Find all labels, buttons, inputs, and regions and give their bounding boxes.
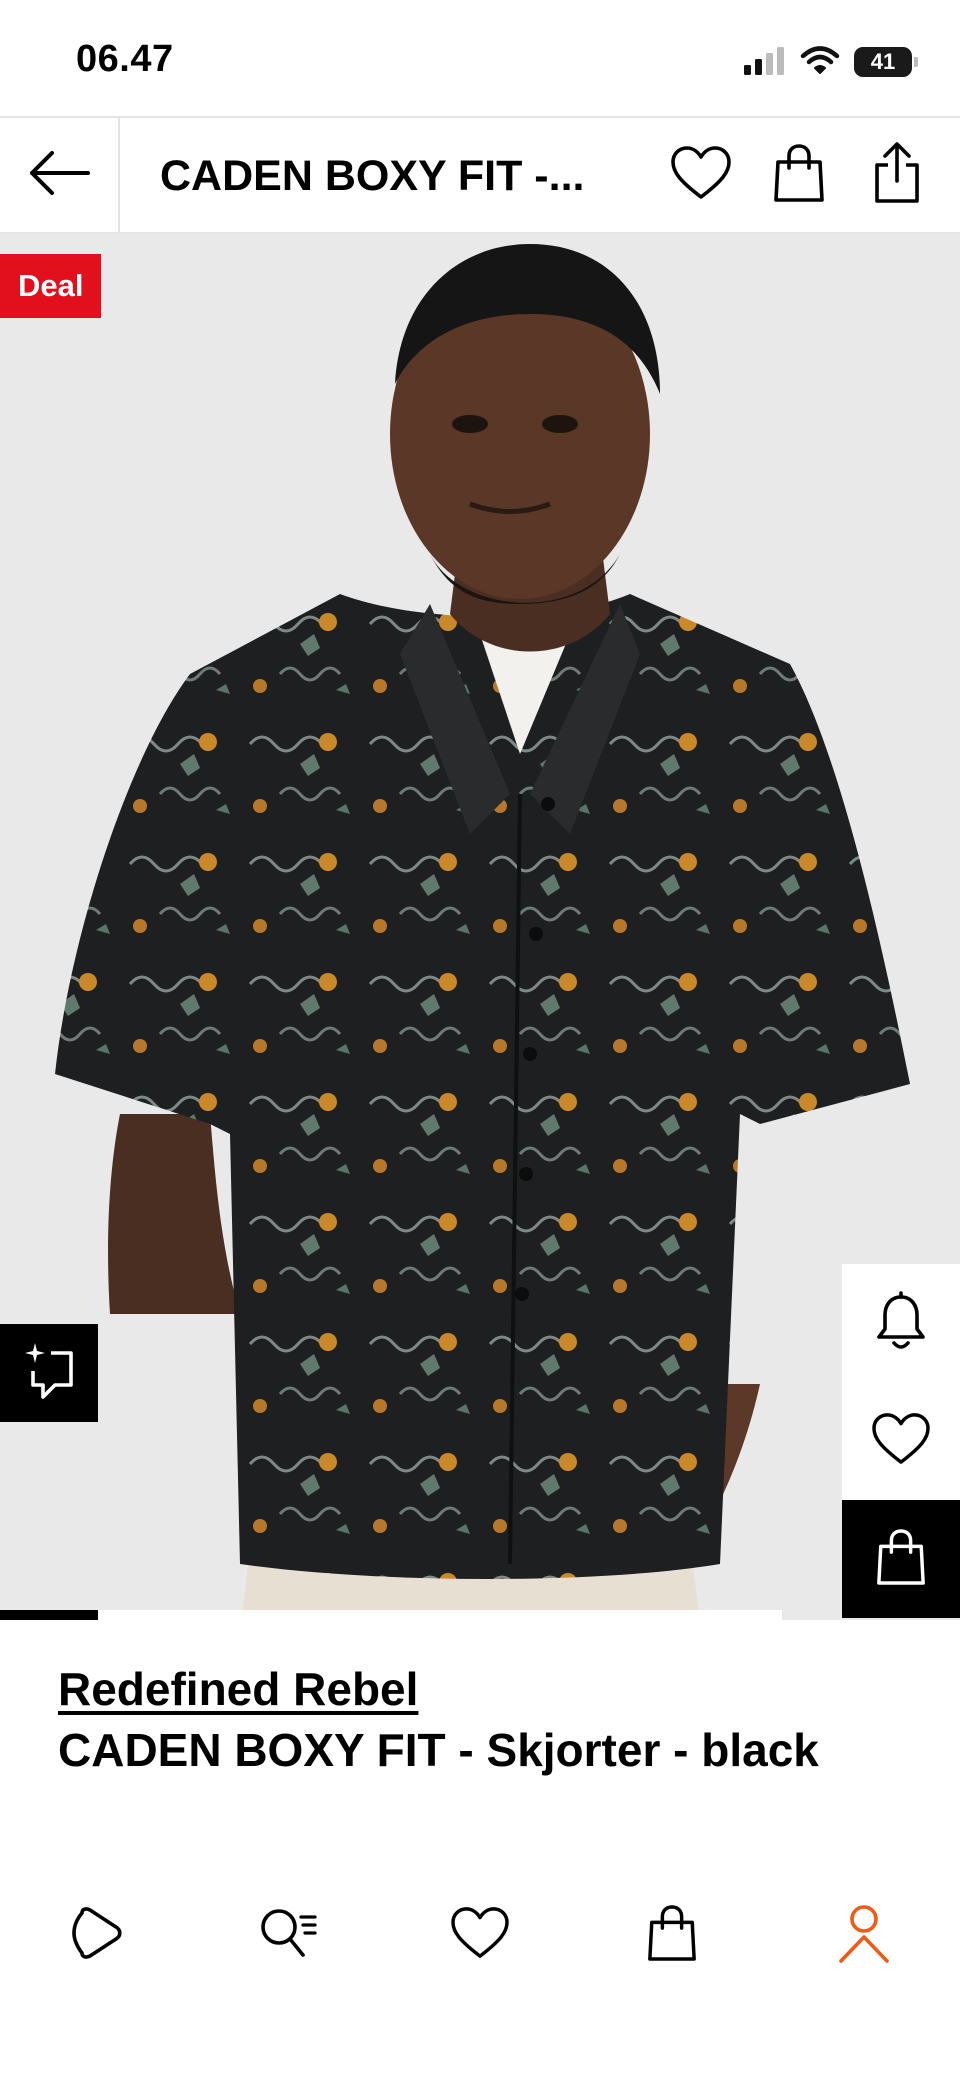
product-gallery[interactable]: Deal	[0, 234, 960, 1620]
nav-discover[interactable]	[41, 1880, 151, 1990]
share-icon	[872, 141, 922, 210]
bottom-nav	[0, 1880, 960, 1990]
nav-search[interactable]	[233, 1880, 343, 1990]
gallery-progress	[0, 1610, 782, 1620]
status-bar: 06.47 41	[0, 0, 960, 116]
nav-account[interactable]	[809, 1880, 919, 1990]
deal-badge: Deal	[0, 254, 102, 318]
bell-icon	[876, 1290, 926, 1356]
shopping-bag-icon	[875, 1527, 927, 1592]
brand-link[interactable]: Redefined Rebel	[58, 1660, 918, 1720]
battery-icon: 41	[854, 47, 918, 77]
top-header: CADEN BOXY FIT -...	[0, 116, 960, 234]
play-icon	[68, 1905, 124, 1966]
similar-items-button[interactable]	[0, 1324, 98, 1422]
back-button[interactable]	[0, 118, 120, 232]
nav-wishlist[interactable]	[425, 1880, 535, 1990]
status-icons: 41	[742, 42, 918, 82]
user-icon	[837, 1903, 891, 1968]
nav-bag[interactable]	[617, 1880, 727, 1990]
arrow-left-icon	[28, 150, 90, 201]
shopping-bag-icon	[772, 142, 826, 209]
shopping-bag-icon	[646, 1903, 698, 1968]
status-time: 06.47	[76, 38, 174, 80]
side-actions	[842, 1264, 960, 1618]
heart-icon	[670, 145, 732, 206]
wishlist-button[interactable]	[652, 126, 750, 224]
heart-icon	[871, 1412, 931, 1471]
page-title: CADEN BOXY FIT -...	[160, 152, 585, 200]
similar-items-icon	[21, 1341, 77, 1406]
add-to-bag-button[interactable]	[842, 1500, 960, 1618]
notify-button[interactable]	[842, 1264, 960, 1382]
product-info: Redefined Rebel CADEN BOXY FIT - Skjorte…	[58, 1660, 918, 1781]
side-wishlist-button[interactable]	[842, 1382, 960, 1500]
gallery-progress-fill	[0, 1610, 98, 1620]
product-name: CADEN BOXY FIT - Skjorter - black	[58, 1723, 819, 1776]
wifi-icon	[800, 45, 840, 80]
share-button[interactable]	[848, 126, 946, 224]
product-photo	[55, 244, 910, 1620]
header-actions	[652, 118, 946, 232]
heart-icon	[450, 1906, 510, 1965]
search-list-icon	[257, 1905, 319, 1966]
signal-icon	[742, 45, 786, 80]
bag-button[interactable]	[750, 126, 848, 224]
